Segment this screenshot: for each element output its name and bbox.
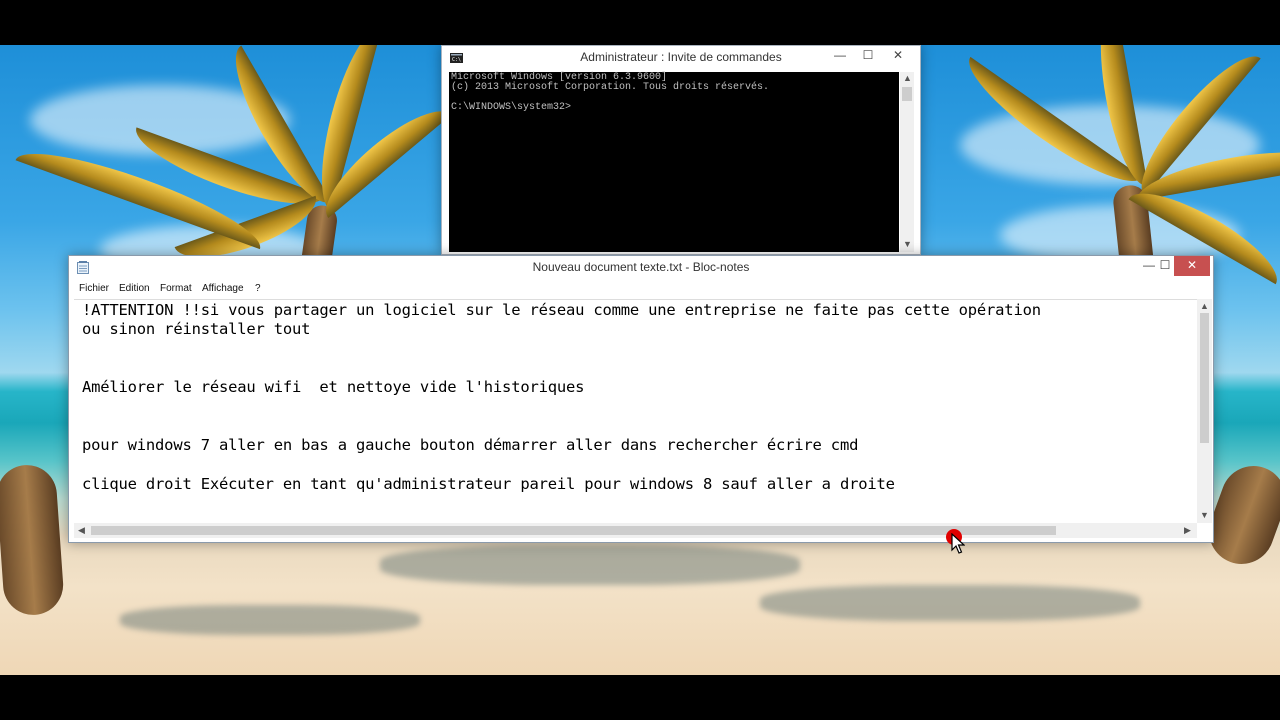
- menu-fichier[interactable]: Fichier: [79, 283, 109, 294]
- console-prompt: C:\WINDOWS\system32>: [451, 102, 572, 113]
- notepad-close-button[interactable]: ✕: [1174, 256, 1210, 276]
- text-line: clique droit Exécuter en tant qu'adminis…: [82, 475, 895, 493]
- notepad-window[interactable]: Nouveau document texte.txt - Bloc-notes …: [68, 255, 1214, 543]
- console-line: (c) 2013 Microsoft Corporation. Tous dro…: [451, 82, 770, 93]
- scroll-right-arrow-icon[interactable]: ▶: [1184, 526, 1191, 535]
- scroll-down-arrow-icon[interactable]: ▼: [903, 240, 912, 249]
- scroll-left-arrow-icon[interactable]: ◀: [78, 526, 85, 535]
- scroll-up-arrow-icon[interactable]: ▲: [903, 74, 912, 83]
- text-line: Améliorer le réseau wifi et nettoye vide…: [82, 378, 585, 396]
- menu-edition[interactable]: Edition: [119, 283, 150, 294]
- cmd-window[interactable]: C:\ Administrateur : Invite de commandes…: [441, 45, 921, 255]
- cmd-scroll-thumb[interactable]: [902, 87, 912, 101]
- notepad-horizontal-scrollbar[interactable]: ◀ ▶: [74, 523, 1197, 538]
- menu-affichage[interactable]: Affichage: [202, 283, 244, 294]
- cmd-minimize-button[interactable]: —: [826, 46, 854, 66]
- console-output[interactable]: Microsoft Windows [version 6.3.9600] (c) …: [449, 72, 899, 252]
- notepad-hscroll-thumb[interactable]: [91, 526, 1056, 535]
- text-line: ou sinon réinstaller tout: [82, 320, 311, 338]
- notepad-title: Nouveau document texte.txt - Bloc-notes: [532, 260, 750, 274]
- cmd-vertical-scrollbar[interactable]: ▲ ▼: [900, 72, 914, 252]
- notepad-titlebar[interactable]: Nouveau document texte.txt - Bloc-notes …: [69, 256, 1213, 279]
- cmd-maximize-button[interactable]: ☐: [854, 46, 882, 66]
- mouse-pointer-icon: [951, 533, 965, 554]
- cmd-close-button[interactable]: ✕: [884, 46, 912, 66]
- notepad-vertical-scrollbar[interactable]: ▲ ▼: [1197, 299, 1212, 523]
- notepad-menubar: Fichier Edition Format Affichage ?: [69, 280, 1213, 298]
- text-line: pour windows 7 aller en bas a gauche bou…: [82, 436, 859, 454]
- menu-help[interactable]: ?: [255, 283, 261, 294]
- cmd-titlebar[interactable]: C:\ Administrateur : Invite de commandes…: [442, 46, 920, 69]
- scroll-down-arrow-icon[interactable]: ▼: [1200, 511, 1209, 520]
- notepad-text-area[interactable]: !ATTENTION !!si vous partager un logicie…: [74, 299, 1199, 523]
- scroll-up-arrow-icon[interactable]: ▲: [1200, 302, 1209, 311]
- text-line: !ATTENTION !!si vous partager un logicie…: [82, 301, 1041, 319]
- menu-format[interactable]: Format: [160, 283, 192, 294]
- notepad-vscroll-thumb[interactable]: [1200, 313, 1209, 443]
